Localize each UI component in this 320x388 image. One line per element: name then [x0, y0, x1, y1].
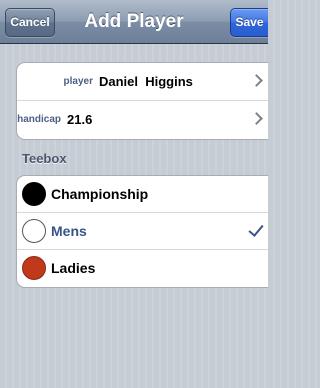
save-button[interactable]: Save: [230, 8, 268, 37]
player-row[interactable]: player Daniel Higgins: [17, 63, 268, 101]
page-title: Add Player: [84, 11, 184, 32]
handicap-row[interactable]: handicap 21.6: [17, 101, 268, 139]
teebox-option-mens[interactable]: Mens: [17, 213, 268, 250]
red-tee-color-icon: [22, 256, 46, 280]
teebox-option-championship[interactable]: Championship: [17, 176, 268, 213]
cancel-button[interactable]: Cancel: [5, 8, 55, 37]
navigation-bar: Cancel Add Player Save: [0, 0, 268, 44]
teebox-option-ladies[interactable]: Ladies: [17, 250, 268, 287]
player-value: Daniel Higgins: [99, 74, 193, 89]
black-tee-color-icon: [22, 182, 46, 206]
player-label: player: [63, 76, 93, 87]
player-info-group: player Daniel Higgins handicap 21.6: [16, 62, 268, 140]
teebox-option-label: Ladies: [51, 260, 96, 276]
chevron-right-icon: [250, 74, 263, 87]
teebox-group: Championship Mens Ladies: [16, 175, 268, 288]
checkmark-icon: [248, 221, 264, 237]
teebox-section-header: Teebox: [22, 151, 67, 166]
handicap-value: 21.6: [67, 112, 93, 127]
chevron-right-icon: [250, 112, 263, 125]
handicap-label: handicap: [17, 114, 61, 125]
teebox-option-label: Mens: [51, 223, 87, 239]
teebox-option-label: Championship: [51, 186, 149, 202]
white-tee-color-icon: [22, 219, 46, 243]
